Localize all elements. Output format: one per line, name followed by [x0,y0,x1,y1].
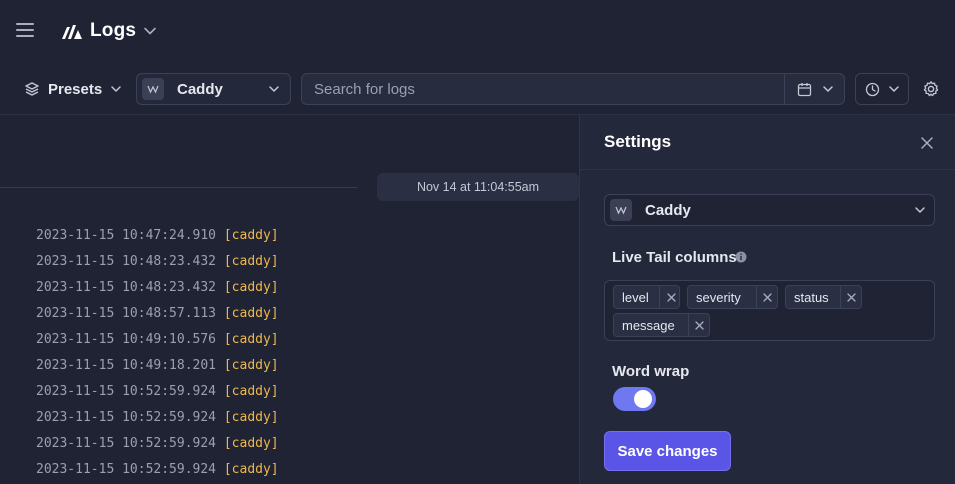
log-timestamp: 2023-11-15 10:52:59.924 [36,384,217,399]
log-row[interactable]: 2023-11-15 10:49:18.201 [caddy] [36,356,576,382]
log-source: [caddy] [223,280,279,295]
app-header: Logs [0,0,955,62]
log-source: [caddy] [223,384,279,399]
log-source: [caddy] [223,436,279,451]
info-icon[interactable] [735,251,747,263]
settings-panel: Settings Caddy Live Tail columns level s [579,115,955,484]
date-marker: Nov 14 at 11:04:55am [377,173,579,201]
clock-icon [865,82,879,96]
log-row[interactable]: 2023-11-15 10:52:59.924 [caddy] [36,434,576,460]
log-list: 2023-11-15 10:47:24.910 [caddy] 2023-11-… [36,226,576,484]
remove-chip-icon[interactable] [688,314,710,336]
log-timestamp: 2023-11-15 10:47:24.910 [36,228,217,243]
log-row[interactable]: 2023-11-15 10:49:10.576 [caddy] [36,330,576,356]
time-range-button[interactable] [855,73,909,105]
log-source: [caddy] [223,332,279,347]
chevron-down-icon [822,86,833,92]
log-timestamp: 2023-11-15 10:52:59.924 [36,410,217,425]
log-source: [caddy] [223,462,279,477]
chip-label: message [622,317,675,333]
column-chip-status: status [785,285,862,309]
log-row[interactable]: 2023-11-15 10:47:24.910 [caddy] [36,226,576,252]
word-wrap-toggle[interactable] [613,387,656,411]
source-icon [142,78,164,100]
log-source: [caddy] [223,358,279,373]
toggle-knob [634,390,652,408]
gear-icon[interactable] [922,80,940,98]
chevron-down-icon [269,86,279,92]
chevron-down-icon [888,86,899,92]
log-row[interactable]: 2023-11-15 10:52:59.924 [caddy] [36,460,576,484]
layers-icon [25,82,39,96]
source-icon [610,199,632,221]
log-row[interactable]: 2023-11-15 10:48:23.432 [caddy] [36,278,576,304]
search-input[interactable] [302,74,784,104]
log-timestamp: 2023-11-15 10:52:59.924 [36,436,217,451]
source-label: Caddy [177,80,223,98]
log-timestamp: 2023-11-15 10:48:57.113 [36,306,217,321]
search-bar [301,73,845,105]
columns-tag-input[interactable]: level severity status message [604,280,935,341]
remove-chip-icon[interactable] [840,286,862,308]
log-source: [caddy] [223,228,279,243]
chip-label: status [794,289,829,305]
log-row[interactable]: 2023-11-15 10:52:59.924 [caddy] [36,382,576,408]
chevron-down-icon [915,207,925,213]
presets-button[interactable]: Presets [16,73,126,105]
chip-label: severity [696,289,741,305]
remove-chip-icon[interactable] [756,286,778,308]
log-row[interactable]: 2023-11-15 10:48:23.432 [caddy] [36,252,576,278]
source-select[interactable]: Caddy [136,73,291,105]
log-row[interactable]: 2023-11-15 10:52:59.924 [caddy] [36,408,576,434]
chevron-down-icon[interactable] [143,24,157,38]
word-wrap-label: Word wrap [612,363,690,380]
close-icon[interactable] [920,136,934,150]
log-timestamp: 2023-11-15 10:49:18.201 [36,358,217,373]
date-range-button[interactable] [785,74,845,104]
chip-label: level [622,289,649,305]
save-changes-button[interactable]: Save changes [604,431,731,471]
log-timestamp: 2023-11-15 10:49:10.576 [36,332,217,347]
log-source: [caddy] [223,410,279,425]
presets-label: Presets [48,80,103,98]
live-tail-columns-label: Live Tail columns [612,249,737,266]
logs-logo-icon [62,25,82,39]
log-source: [caddy] [223,306,279,321]
settings-divider [580,169,955,170]
hamburger-icon[interactable] [16,23,34,39]
brand-title[interactable]: Logs [90,20,136,42]
chevron-down-icon [111,86,121,92]
log-source: [caddy] [223,254,279,269]
date-separator-line [0,187,357,188]
log-row[interactable]: 2023-11-15 10:48:57.113 [caddy] [36,304,576,330]
calendar-icon [797,82,811,96]
settings-title: Settings [604,132,672,151]
settings-source-select[interactable]: Caddy [604,194,935,226]
column-chip-severity: severity [687,285,778,309]
log-timestamp: 2023-11-15 10:52:59.924 [36,462,217,477]
log-timestamp: 2023-11-15 10:48:23.432 [36,280,217,295]
column-chip-message: message [613,313,710,337]
column-chip-level: level [613,285,680,309]
settings-source-label: Caddy [645,201,691,219]
log-timestamp: 2023-11-15 10:48:23.432 [36,254,217,269]
remove-chip-icon[interactable] [660,286,682,308]
